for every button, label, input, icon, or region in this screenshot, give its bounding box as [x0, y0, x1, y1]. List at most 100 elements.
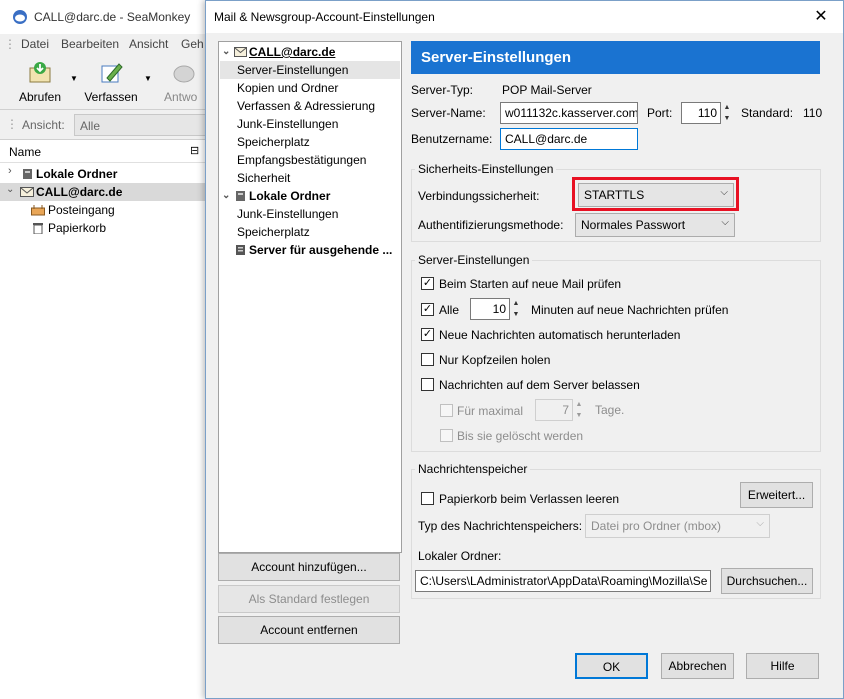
folder-label: Lokale Ordner [36, 167, 118, 181]
menubar-grip: ⋮ [4, 37, 16, 51]
check-every-spinner[interactable]: ▲ ▼ [510, 298, 522, 320]
panel-heading: Server-Einstellungen [411, 41, 820, 74]
until-deleted-label: Bis sie gelöscht werden [457, 429, 584, 443]
compose-label: Verfassen [84, 90, 138, 104]
seamonkey-icon [13, 10, 27, 24]
folder-label: Papierkorb [48, 221, 107, 235]
add-account-button[interactable]: Account hinzufügen... [218, 553, 400, 581]
max-days-input[interactable]: 7 [535, 399, 573, 421]
check-every-input[interactable]: 10 [470, 298, 510, 320]
get-mail-dropdown-icon[interactable]: ▼ [70, 74, 78, 83]
spin-up-icon[interactable]: ▲ [573, 399, 585, 410]
advanced-button[interactable]: Erweitert... [740, 482, 813, 508]
store-type-select[interactable]: Datei pro Ordner (mbox) ⌵ [585, 514, 770, 538]
empty-trash-label: Papierkorb beim Verlassen leeren [439, 492, 620, 506]
folder-label: Posteingang [48, 203, 115, 217]
outgoing-server-icon [236, 245, 245, 255]
auto-download-checkbox[interactable]: ✓ [421, 328, 434, 341]
server-type-value: POP Mail-Server [502, 83, 592, 97]
spin-down-icon[interactable]: ▼ [573, 410, 585, 421]
folder-row-account[interactable]: ⌄ CALL@darc.de [0, 183, 210, 201]
chevron-down-icon: ⌵ [721, 217, 729, 228]
close-icon[interactable]: ✕ [811, 7, 831, 27]
check-on-start-checkbox[interactable]: ✓ [421, 277, 434, 290]
max-days-suffix: Tage. [595, 403, 625, 417]
tree-item-copies[interactable]: Kopien und Ordner [219, 79, 401, 97]
column-picker-icon[interactable]: ⊟ [190, 144, 199, 157]
tree-item-junk[interactable]: Junk-Einstellungen [219, 115, 401, 133]
ok-button[interactable]: OK [575, 653, 648, 679]
store-type-label: Typ des Nachrichtenspeichers: [418, 519, 583, 533]
spin-up-icon[interactable]: ▲ [721, 102, 733, 113]
local-folders-icon [23, 169, 32, 179]
tree-item-server-settings[interactable]: Server-Einstellungen [220, 61, 400, 79]
inbox-icon [31, 205, 45, 216]
menu-ansicht[interactable]: Ansicht [129, 37, 168, 51]
server-settings-group-title: Server-Einstellungen [415, 253, 533, 267]
server-name-input[interactable]: w011132c.kasserver.com [500, 102, 638, 124]
auth-method-label: Authentifizierungsmethode: [418, 218, 564, 232]
store-type-value: Datei pro Ordner (mbox) [591, 519, 722, 533]
chevron-down-icon: ⌵ [756, 518, 764, 529]
max-days-label: Für maximal [457, 404, 524, 418]
folder-row-trash[interactable]: Papierkorb [0, 219, 210, 237]
spin-down-icon[interactable]: ▼ [510, 309, 522, 320]
menu-gehe[interactable]: Geh [181, 37, 204, 51]
help-button[interactable]: Hilfe [746, 653, 819, 679]
expand-icon[interactable]: › [8, 165, 12, 177]
standard-value: 110 [803, 106, 823, 120]
max-days-checkbox[interactable] [440, 404, 453, 417]
reply-button[interactable]: Antwo [160, 58, 210, 106]
port-input[interactable]: 110 [681, 102, 721, 124]
check-every-suffix: Minuten auf neue Nachrichten prüfen [531, 303, 729, 317]
check-every-checkbox[interactable]: ✓ [421, 303, 434, 316]
browse-button[interactable]: Durchsuchen... [721, 568, 813, 594]
compose-dropdown-icon[interactable]: ▼ [144, 74, 152, 83]
menu-datei[interactable]: Datei [21, 37, 49, 51]
folder-label: CALL@darc.de [36, 185, 123, 199]
port-spinner[interactable]: ▲ ▼ [721, 102, 733, 124]
folder-column-header[interactable]: Name ⊟ [0, 141, 210, 163]
username-label: Benutzername: [411, 132, 493, 146]
empty-trash-checkbox[interactable] [421, 492, 434, 505]
tree-label: Speicherplatz [237, 225, 310, 239]
local-folders-icon [236, 191, 245, 201]
spin-down-icon[interactable]: ▼ [721, 113, 733, 124]
tree-label: Lokale Ordner [249, 189, 331, 203]
tree-item-security[interactable]: Sicherheit [219, 169, 401, 187]
headers-only-label: Nur Kopfzeilen holen [439, 353, 551, 367]
max-days-spinner[interactable]: ▲ ▼ [573, 399, 585, 421]
view-select[interactable]: Alle [74, 114, 214, 136]
collapse-icon[interactable]: ⌄ [6, 184, 14, 195]
collapse-icon[interactable]: ⌄ [222, 43, 230, 61]
username-input[interactable]: CALL@darc.de [500, 128, 638, 150]
tree-item-outgoing-server[interactable]: Server für ausgehende ... [219, 241, 401, 259]
set-default-button[interactable]: Als Standard festlegen [218, 585, 400, 613]
tree-account-local[interactable]: ⌄ Lokale Ordner [219, 187, 401, 205]
tree-item-local-junk[interactable]: Junk-Einstellungen [219, 205, 401, 223]
tree-item-receipts[interactable]: Empfangsbestätigungen [219, 151, 401, 169]
spin-up-icon[interactable]: ▲ [510, 298, 522, 309]
local-dir-input[interactable]: C:\Users\LAdministrator\AppData\Roaming\… [415, 570, 711, 592]
get-mail-label: Abrufen [18, 90, 62, 104]
leave-on-server-checkbox[interactable] [421, 378, 434, 391]
collapse-icon[interactable]: ⌄ [222, 187, 230, 205]
tree-account-call[interactable]: ⌄ CALL@darc.de [219, 43, 401, 61]
cancel-button[interactable]: Abbrechen [661, 653, 734, 679]
menu-bearbeiten[interactable]: Bearbeiten [61, 37, 119, 51]
remove-account-button[interactable]: Account entfernen [218, 616, 400, 644]
mail-account-icon [234, 47, 247, 57]
trash-icon [33, 223, 43, 234]
tree-item-disk-space[interactable]: Speicherplatz [219, 133, 401, 151]
headers-only-checkbox[interactable] [421, 353, 434, 366]
get-mail-button[interactable]: Abrufen [14, 58, 66, 106]
until-deleted-checkbox[interactable] [440, 429, 453, 442]
compose-button[interactable]: Verfassen [80, 58, 142, 106]
folder-row-local[interactable]: › Lokale Ordner [0, 165, 210, 183]
column-name-label: Name [9, 145, 42, 159]
tree-item-compose[interactable]: Verfassen & Adressierung [219, 97, 401, 115]
folder-row-inbox[interactable]: Posteingang [0, 201, 210, 219]
tree-item-local-disk-space[interactable]: Speicherplatz [219, 223, 401, 241]
connection-security-select[interactable]: STARTTLS ⌵ [578, 183, 734, 207]
auth-method-select[interactable]: Normales Passwort ⌵ [575, 213, 735, 237]
